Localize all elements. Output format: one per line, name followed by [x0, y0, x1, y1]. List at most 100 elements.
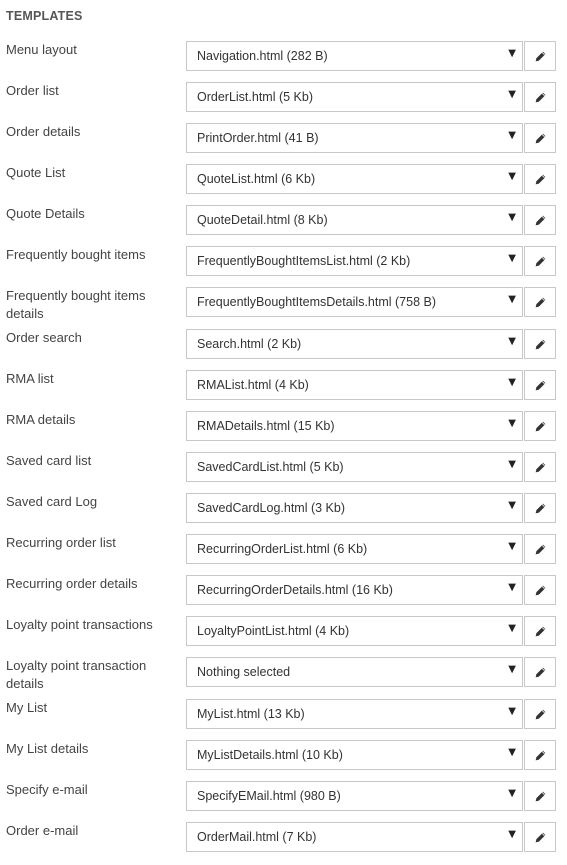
select-value: QuoteDetail.html (8 Kb) — [197, 213, 328, 227]
caret-down-icon: ▼ — [508, 788, 516, 799]
edit-template-button[interactable] — [524, 205, 556, 235]
template-row-saved-card-log: Saved card Log SavedCardLog.html (3 Kb) … — [0, 493, 567, 534]
template-row-order-email: Order e-mail OrderMail.html (7 Kb) ▼ — [0, 822, 567, 863]
select-value: RMADetails.html (15 Kb) — [197, 419, 335, 433]
edit-template-button[interactable] — [524, 699, 556, 729]
template-select[interactable]: LoyaltyPointList.html (4 Kb) ▼ — [186, 616, 523, 646]
template-row-recurring-order-details: Recurring order details RecurringOrderDe… — [0, 575, 567, 616]
edit-template-button[interactable] — [524, 740, 556, 770]
template-select[interactable]: PrintOrder.html (41 B) ▼ — [186, 123, 523, 153]
select-value: Navigation.html (282 B) — [197, 49, 328, 63]
template-select[interactable]: OrderMail.html (7 Kb) ▼ — [186, 822, 523, 852]
edit-template-button[interactable] — [524, 781, 556, 811]
row-label: Order e-mail — [6, 823, 79, 838]
pencil-icon — [535, 380, 546, 391]
pencil-icon — [535, 256, 546, 267]
edit-template-button[interactable] — [524, 452, 556, 482]
pencil-icon — [535, 462, 546, 473]
template-select[interactable]: MyListDetails.html (10 Kb) ▼ — [186, 740, 523, 770]
caret-down-icon: ▼ — [508, 829, 516, 840]
template-row-recurring-order-list: Recurring order list RecurringOrderList.… — [0, 534, 567, 575]
template-row-quote-list: Quote List QuoteList.html (6 Kb) ▼ — [0, 164, 567, 205]
caret-down-icon: ▼ — [508, 459, 516, 470]
template-row-rma-details: RMA details RMADetails.html (15 Kb) ▼ — [0, 411, 567, 452]
select-value: RecurringOrderDetails.html (16 Kb) — [197, 583, 393, 597]
template-row-rma-list: RMA list RMAList.html (4 Kb) ▼ — [0, 370, 567, 411]
edit-template-button[interactable] — [524, 329, 556, 359]
template-select[interactable]: Nothing selected ▼ — [186, 657, 523, 687]
template-row-saved-card-list: Saved card list SavedCardList.html (5 Kb… — [0, 452, 567, 493]
row-label: Saved card list — [6, 453, 92, 468]
select-value: RMAList.html (4 Kb) — [197, 378, 309, 392]
pencil-icon — [535, 297, 546, 308]
row-label: Quote List — [6, 165, 66, 180]
pencil-icon — [535, 174, 546, 185]
edit-template-button[interactable] — [524, 123, 556, 153]
select-value: PrintOrder.html (41 B) — [197, 131, 319, 145]
caret-down-icon: ▼ — [508, 48, 516, 59]
row-label: Quote Details — [6, 206, 85, 221]
edit-template-button[interactable] — [524, 164, 556, 194]
template-select[interactable]: RecurringOrderDetails.html (16 Kb) ▼ — [186, 575, 523, 605]
pencil-icon — [535, 215, 546, 226]
select-value: MyListDetails.html (10 Kb) — [197, 748, 343, 762]
select-value: LoyaltyPointList.html (4 Kb) — [197, 624, 350, 638]
row-label: My List details — [6, 741, 89, 756]
template-select[interactable]: QuoteDetail.html (8 Kb) ▼ — [186, 205, 523, 235]
edit-template-button[interactable] — [524, 493, 556, 523]
select-value: FrequentlyBoughtItemsList.html (2 Kb) — [197, 254, 411, 268]
template-select[interactable]: SavedCardList.html (5 Kb) ▼ — [186, 452, 523, 482]
edit-template-button[interactable] — [524, 287, 556, 317]
template-select[interactable]: RecurringOrderList.html (6 Kb) ▼ — [186, 534, 523, 564]
row-label: Order list — [6, 83, 59, 98]
row-label: Recurring order details — [6, 576, 138, 591]
row-label: Recurring order list — [6, 535, 116, 550]
row-label: Menu layout — [6, 42, 77, 57]
template-select[interactable]: RMAList.html (4 Kb) ▼ — [186, 370, 523, 400]
template-row-specify-email: Specify e-mail SpecifyEMail.html (980 B)… — [0, 781, 567, 822]
template-select[interactable]: FrequentlyBoughtItemsList.html (2 Kb) ▼ — [186, 246, 523, 276]
pencil-icon — [535, 791, 546, 802]
caret-down-icon: ▼ — [508, 418, 516, 429]
caret-down-icon: ▼ — [508, 541, 516, 552]
template-row-my-list-details: My List details MyListDetails.html (10 K… — [0, 740, 567, 781]
edit-template-button[interactable] — [524, 616, 556, 646]
template-select[interactable]: SpecifyEMail.html (980 B) ▼ — [186, 781, 523, 811]
edit-template-button[interactable] — [524, 657, 556, 687]
edit-template-button[interactable] — [524, 41, 556, 71]
section-title: TEMPLATES — [6, 9, 83, 23]
caret-down-icon: ▼ — [508, 706, 516, 717]
template-select[interactable]: RMADetails.html (15 Kb) ▼ — [186, 411, 523, 441]
edit-template-button[interactable] — [524, 370, 556, 400]
template-select[interactable]: Search.html (2 Kb) ▼ — [186, 329, 523, 359]
template-select[interactable]: Navigation.html (282 B) ▼ — [186, 41, 523, 71]
edit-template-button[interactable] — [524, 82, 556, 112]
pencil-icon — [535, 750, 546, 761]
template-select[interactable]: MyList.html (13 Kb) ▼ — [186, 699, 523, 729]
template-row-loyalty-point-transaction-details: Loyalty point transaction details Nothin… — [0, 657, 567, 698]
pencil-icon — [535, 544, 546, 555]
caret-down-icon: ▼ — [508, 212, 516, 223]
template-select[interactable]: QuoteList.html (6 Kb) ▼ — [186, 164, 523, 194]
select-value: SpecifyEMail.html (980 B) — [197, 789, 341, 803]
row-label: Specify e-mail — [6, 782, 88, 797]
template-row-loyalty-point-transactions: Loyalty point transactions LoyaltyPointL… — [0, 616, 567, 657]
row-label: Frequently bought items details — [6, 288, 146, 321]
edit-template-button[interactable] — [524, 575, 556, 605]
edit-template-button[interactable] — [524, 246, 556, 276]
edit-template-button[interactable] — [524, 822, 556, 852]
caret-down-icon: ▼ — [508, 171, 516, 182]
row-label: My List — [6, 700, 48, 715]
select-value: FrequentlyBoughtItemsDetails.html (758 B… — [197, 295, 436, 309]
template-select[interactable]: SavedCardLog.html (3 Kb) ▼ — [186, 493, 523, 523]
template-row-order-details: Order details PrintOrder.html (41 B) ▼ — [0, 123, 567, 164]
select-value: Nothing selected — [197, 665, 291, 679]
template-row-my-list: My List MyList.html (13 Kb) ▼ — [0, 699, 567, 740]
select-value: OrderList.html (5 Kb) — [197, 90, 314, 104]
edit-template-button[interactable] — [524, 534, 556, 564]
caret-down-icon: ▼ — [508, 582, 516, 593]
template-select[interactable]: FrequentlyBoughtItemsDetails.html (758 B… — [186, 287, 523, 317]
edit-template-button[interactable] — [524, 411, 556, 441]
template-select[interactable]: OrderList.html (5 Kb) ▼ — [186, 82, 523, 112]
row-label: Order details — [6, 124, 81, 139]
